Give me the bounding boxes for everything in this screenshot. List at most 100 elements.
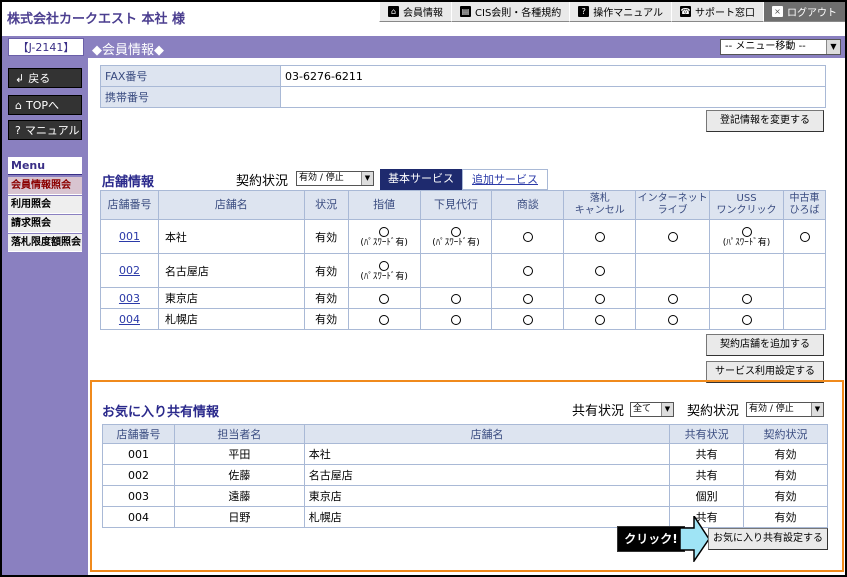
share-status-value: 全て — [633, 404, 652, 414]
shop-header-text: インターネット — [637, 193, 708, 204]
fav-cell: 本社 — [303, 443, 671, 465]
tab-basic-service[interactable]: 基本サービス — [380, 169, 462, 190]
shop-header-cell: インターネット ライブ — [635, 190, 711, 220]
fav-row: 001 平田 本社 共有 有効 — [102, 443, 828, 465]
fav-section-title: お気に入り共有情報 — [102, 405, 220, 420]
shop-header-row: 店舗番号 店舗名 状況 指値 下見代行 商談 落札 キャンセル インターネット ライブ USS ワンク… — [100, 190, 826, 220]
page-title: ◆会員情報◆ — [92, 43, 164, 58]
fav-contract-select[interactable]: 有効 / 停止 ▼ — [746, 402, 824, 417]
shop-service-cell — [783, 219, 826, 254]
shop-service-cell — [563, 219, 637, 254]
shop-row: 003 東京店 有効 — [100, 287, 826, 309]
fav-cell: 日野 — [173, 506, 305, 528]
fav-cell: 有効 — [743, 506, 828, 528]
shop-service-cell: (ﾊﾟｽﾜｰﾄﾞ有) — [709, 219, 784, 254]
fav-cell: 札幌店 — [303, 506, 671, 528]
fav-cell: 002 — [102, 464, 175, 486]
shop-header-text: 指値 — [373, 198, 396, 211]
house-icon: ⌂ — [388, 6, 400, 17]
circle-icon — [667, 293, 678, 304]
nav-button-2[interactable]: ? 操作マニュアル — [569, 2, 671, 22]
info-label: 携帯番号 — [100, 86, 281, 108]
logout-icon: × — [772, 6, 783, 17]
shop-service-cell — [491, 219, 565, 254]
sidebar-button-label: 戻る — [28, 72, 51, 85]
shop-no-link[interactable]: 004 — [119, 313, 140, 326]
edit-registration-button[interactable]: 登記情報を変更する — [706, 110, 824, 132]
fav-cell: 有効 — [743, 443, 828, 465]
fav-cell: 東京店 — [303, 485, 671, 507]
fav-row: 004 日野 札幌店 共有 有効 — [102, 506, 828, 528]
top-nav: ⌂ 会員情報 ▤ CIS会則・各種規約? 操作マニュアル ☎ サポート窓口 × ログアウト — [379, 2, 845, 22]
circle-icon — [379, 227, 390, 237]
shop-name-cell: 札幌店 — [157, 308, 305, 330]
header: 株式会社カークエスト 本社 様 ⌂ 会員情報 ▤ CIS会則・各種規約? 操作マニュアル… — [2, 2, 845, 33]
fav-cell: 003 — [102, 485, 175, 507]
shop-service-cell — [783, 308, 826, 330]
info-table: FAX番号 03-6276-6211 携帯番号 — [100, 65, 826, 108]
add-shop-button[interactable]: 契約店舗を追加する — [706, 334, 824, 356]
home-icon: ⌂ — [15, 99, 22, 112]
nav-label: 会員情報 — [403, 8, 444, 19]
circle-icon — [799, 232, 810, 242]
menu-select[interactable]: -- メニュー移動 -- ▼ — [720, 39, 841, 55]
fav-header-cell: 担当者名 — [173, 424, 305, 444]
shop-name-cell: 本社 — [157, 219, 305, 254]
nav-button-0[interactable]: ⌂ 会員情報 — [379, 2, 452, 22]
shop-row: 004 札幌店 有効 — [100, 308, 826, 330]
circle-icon — [741, 227, 752, 237]
shop-no-cell: 003 — [100, 287, 159, 309]
menu-item-1[interactable]: 利用照会 — [8, 196, 82, 214]
circle-icon — [741, 293, 752, 304]
chevron-down-icon: ▼ — [661, 403, 673, 416]
member-id: 【J-2141】 — [8, 38, 84, 56]
share-status-label: 共有状況 — [572, 404, 625, 419]
sidebar-button-1[interactable]: ⌂ TOPへ — [8, 95, 82, 115]
click-callout: クリック! — [617, 526, 685, 552]
shop-status-cell: 有効 — [303, 219, 349, 254]
circle-icon — [379, 293, 390, 304]
shop-no-link[interactable]: 002 — [119, 264, 140, 277]
fav-cell: 有効 — [743, 485, 828, 507]
sidebar-button-0[interactable]: ↲ 戻る — [8, 68, 82, 88]
shop-service-cell — [635, 308, 711, 330]
password-note: (ﾊﾟｽﾜｰﾄﾞ有) — [432, 238, 480, 248]
fav-row: 003 遠藤 東京店 個別 有効 — [102, 485, 828, 507]
shop-header-cell: 下見代行 — [419, 190, 493, 220]
shop-service-cell — [347, 287, 421, 309]
fav-cell: 名古屋店 — [303, 464, 671, 486]
circle-icon — [594, 314, 605, 325]
circle-icon — [594, 293, 605, 304]
shop-no-link[interactable]: 003 — [119, 292, 140, 305]
shop-service-cell — [563, 253, 637, 288]
shop-table: 店舗番号 店舗名 状況 指値 下見代行 商談 落札 キャンセル インターネット ライブ USS ワンク… — [100, 190, 826, 330]
shop-header-cell: 店舗番号 — [100, 190, 159, 220]
title-bar: 【J-2141】 ◆会員情報◆ -- メニュー移動 -- ▼ — [2, 36, 845, 58]
shop-row: 002 名古屋店 有効 (ﾊﾟｽﾜｰﾄﾞ有) — [100, 253, 826, 288]
share-status-select[interactable]: 全て ▼ — [630, 402, 674, 417]
shop-header-text: ワンクリック — [716, 205, 777, 216]
menu-item-3[interactable]: 落札限度額照会 — [8, 234, 82, 252]
sidebar-button-2[interactable]: ? マニュアル — [8, 120, 82, 140]
password-note: (ﾊﾟｽﾜｰﾄﾞ有) — [360, 272, 408, 282]
tab-extra-service[interactable]: 追加サービス — [462, 169, 548, 190]
nav-button-1[interactable]: ▤ CIS会則・各種規約 — [451, 2, 570, 22]
shop-row: 001 本社 有効 (ﾊﾟｽﾜｰﾄﾞ有) (ﾊﾟｽﾜｰﾄﾞ有) (ﾊﾟｽﾜｰﾄﾞ有) — [100, 219, 826, 254]
shop-header-text: 店舗名 — [214, 198, 248, 211]
shop-no-link[interactable]: 001 — [119, 230, 140, 243]
nav-label: サポート窓口 — [695, 8, 755, 19]
shop-header-cell: 商談 — [491, 190, 565, 220]
favorite-share-setting-button[interactable]: お気に入り共有設定する — [708, 528, 828, 550]
nav-button-3[interactable]: ☎ サポート窓口 — [671, 2, 763, 22]
fav-header-row: 店舗番号 担当者名 店舗名 共有状況 契約状況 — [102, 424, 828, 444]
menu-item-0[interactable]: 会員情報照会 — [8, 177, 82, 195]
fav-contract-label: 契約状況 — [687, 404, 740, 419]
shop-contract-select[interactable]: 有効 / 停止 ▼ — [296, 171, 374, 186]
back-icon: ↲ — [15, 72, 25, 85]
menu-item-2[interactable]: 請求照会 — [8, 215, 82, 233]
nav-button-4[interactable]: × ログアウト — [763, 2, 845, 22]
password-note: (ﾊﾟｽﾜｰﾄﾞ有) — [722, 238, 771, 248]
circle-icon — [379, 261, 390, 271]
circle-icon — [450, 293, 461, 304]
fav-cell: 共有 — [669, 443, 745, 465]
